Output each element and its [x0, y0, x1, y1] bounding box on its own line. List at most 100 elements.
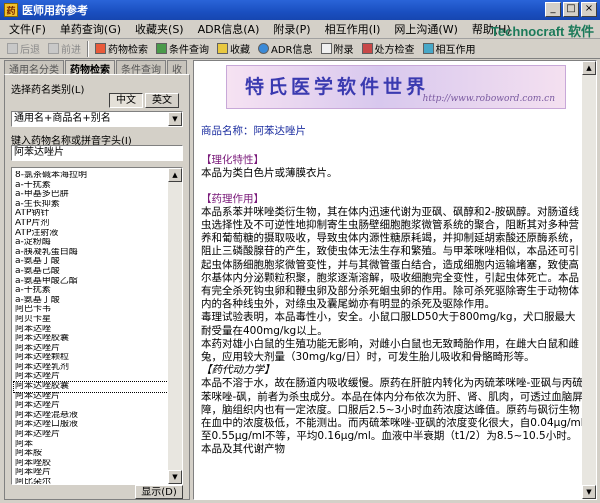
- window-controls: _ □ ×: [545, 2, 597, 17]
- list-item[interactable]: 阿苯达唑混悬液: [14, 411, 168, 421]
- content-scroll-down-icon[interactable]: ▼: [582, 485, 596, 499]
- interaction-button[interactable]: 相互作用: [419, 40, 480, 58]
- content-pane: 特氏医学软件世界 http://www.roboword.com.cn 商品名称…: [193, 60, 597, 500]
- section-body-physchem: 本品为类白色片或薄膜衣片。: [201, 167, 338, 180]
- menu-adr[interactable]: ADR信息(A): [191, 21, 267, 37]
- forward-button[interactable]: 前进: [44, 40, 85, 58]
- section-body-pharmacology: 本品系苯并咪唑类衍生物，其在体内迅速代谢为亚砜、砜醇和2-胺砜醇。对肠道线虫选择…: [201, 205, 579, 311]
- scroll-up-icon[interactable]: ▲: [168, 168, 182, 182]
- list-item[interactable]: 阿比朵尔: [14, 478, 168, 484]
- scroll-down-icon[interactable]: ▼: [168, 470, 182, 484]
- tab-drug-search[interactable]: 药物检索: [65, 60, 115, 76]
- list-item[interactable]: 阿苯: [14, 440, 168, 450]
- name-type-label: 选择药名类别(L): [11, 85, 85, 96]
- window-title: 医师用药参考: [22, 4, 88, 17]
- prescription-check-button[interactable]: 处方检查: [358, 40, 419, 58]
- adr-label: ADR信息: [271, 45, 313, 56]
- list-item[interactable]: 阿苯达唑胶囊: [14, 334, 168, 344]
- forward-arrow-icon: [48, 43, 59, 54]
- list-scrollbar[interactable]: ▲ ▼: [168, 168, 182, 484]
- list-item[interactable]: a-氨基甲酸乙酯: [14, 277, 168, 287]
- list-item[interactable]: 阿苯达唑片: [14, 372, 168, 382]
- list-item[interactable]: a-胰凝乳蛋白酶: [14, 248, 168, 258]
- list-item[interactable]: 阿贝卡星: [14, 315, 168, 325]
- list-item[interactable]: a-甲基多巴肼: [14, 190, 168, 200]
- banner-title: 特氏医学软件世界: [245, 76, 430, 98]
- name-category-select[interactable]: 通用名+商品名+别名 ▼: [11, 111, 183, 127]
- list-item[interactable]: a-氨基丁酸: [14, 296, 168, 306]
- list-item[interactable]: ATP片剂: [14, 219, 168, 229]
- back-button[interactable]: 后退: [3, 40, 44, 58]
- list-item[interactable]: 阿苯唑片: [14, 468, 168, 478]
- content-scrollbar[interactable]: ▲ ▼: [582, 61, 596, 499]
- chinese-button[interactable]: 中文: [109, 93, 143, 108]
- condition-query-label: 条件查询: [169, 45, 209, 56]
- list-item[interactable]: 阿苯唑胶: [14, 459, 168, 469]
- menu-single-drug[interactable]: 单药查询(G): [53, 21, 128, 37]
- title-bar: 药 医师用药参考 _ □ ×: [0, 0, 600, 20]
- section-title-pharmacokinetics: 【药代动力学】: [201, 364, 275, 377]
- condition-query-button[interactable]: 条件查询: [152, 40, 213, 58]
- banner-url: http://www.roboword.com.cn: [422, 94, 555, 104]
- drug-search-value: 阿苯达唑片: [14, 147, 64, 158]
- drug-document: 商品名称：阿苯达唑片 【理化特性】 本品为类白色片或薄膜衣片。 【药理作用】 本…: [201, 125, 585, 457]
- prescription-check-label: 处方检查: [374, 45, 415, 56]
- show-button[interactable]: 显示(D): [135, 485, 183, 499]
- list-item[interactable]: 阿苯达唑颗粒: [14, 353, 168, 363]
- prescription-check-icon: [361, 43, 373, 54]
- list-item[interactable]: 阿苯达唑片: [14, 344, 168, 354]
- tab-generic-category[interactable]: 通用名分类: [4, 60, 64, 76]
- list-item[interactable]: 阿苯胺: [14, 449, 168, 459]
- search-conditions-icon: [156, 43, 167, 54]
- list-item[interactable]: a-淀粉酶: [14, 238, 168, 248]
- content-scroll-up-icon[interactable]: ▲: [582, 61, 596, 75]
- tab-favorites[interactable]: 收: [167, 60, 187, 76]
- list-item[interactable]: 阿苯达唑胶囊: [13, 381, 169, 393]
- tab-condition-query[interactable]: 条件查询: [116, 60, 166, 76]
- left-tabs: 通用名分类 药物检索 条件查询 收: [4, 60, 188, 76]
- drug-name-line: 商品名称：阿苯达唑片: [201, 125, 306, 137]
- close-button[interactable]: ×: [581, 2, 597, 17]
- maximize-button[interactable]: □: [563, 2, 579, 17]
- favorites-button[interactable]: 收藏: [213, 40, 254, 58]
- list-item[interactable]: 阿苯达唑片: [14, 430, 168, 440]
- banner: 特氏医学软件世界 http://www.roboword.com.cn: [226, 65, 566, 109]
- menu-online[interactable]: 网上沟通(W): [387, 21, 464, 37]
- chevron-down-icon[interactable]: ▼: [168, 112, 182, 126]
- name-category-value: 通用名+商品名+别名: [14, 113, 111, 124]
- menu-appendix[interactable]: 附录(P): [266, 21, 317, 37]
- interaction-label: 相互作用: [435, 45, 476, 56]
- adr-button[interactable]: ADR信息: [254, 40, 317, 58]
- section-body-toxicology: 毒理试验表明，本品毒性小，安全。小鼠口服LD50大于800mg/kg，犬口服最大…: [201, 311, 576, 337]
- toolbar: 后退 前进 药物检索 条件查询 收藏 ADR信息 附录 处方检查 相互作用: [0, 39, 600, 59]
- list-item[interactable]: a-干扰素: [14, 181, 168, 191]
- list-item[interactable]: 阿苯达唑口服液: [14, 420, 168, 430]
- back-arrow-icon: [7, 43, 18, 54]
- list-item[interactable]: a-氨基丁酸: [14, 257, 168, 267]
- list-item[interactable]: 阿苯达唑片: [14, 401, 168, 411]
- list-item[interactable]: 阿苯达唑乳剂: [14, 363, 168, 373]
- list-item[interactable]: 阿苯达唑: [14, 325, 168, 335]
- menu-interactions[interactable]: 相互作用(I): [318, 21, 388, 37]
- list-item[interactable]: a-干扰素: [14, 286, 168, 296]
- drug-search-button[interactable]: 药物检索: [91, 40, 152, 58]
- list-item[interactable]: ATP注射液: [14, 229, 168, 239]
- list-item[interactable]: a-氨基己酸: [14, 267, 168, 277]
- english-button[interactable]: 英文: [145, 93, 179, 108]
- list-item[interactable]: 阿苯达唑片: [14, 392, 168, 402]
- list-item[interactable]: ATP钠针: [14, 209, 168, 219]
- minimize-button[interactable]: _: [545, 2, 561, 17]
- appendix-icon: [320, 43, 332, 54]
- list-item[interactable]: a-生长抑素: [14, 200, 168, 210]
- appendix-button[interactable]: 附录: [317, 40, 358, 58]
- section-body-reproduction: 本药对雄小白鼠的生殖功能无影响，对雌小白鼠也无致畸胎作用，在雌大白鼠和雌兔，应用…: [201, 337, 579, 364]
- back-label: 后退: [20, 45, 40, 56]
- drug-search-label: 药物检索: [108, 45, 148, 56]
- list-item[interactable]: 8-氯茶碱苯海拉明: [14, 171, 168, 181]
- menu-file[interactable]: 文件(F): [2, 21, 53, 37]
- menu-favorites[interactable]: 收藏夹(S): [128, 21, 191, 37]
- drug-listbox[interactable]: 8-氯茶碱苯海拉明 a-干扰素 a-甲基多巴肼 a-生长抑素 ATP钠针 ATP片剂 ATP…: [11, 167, 183, 485]
- forward-label: 前进: [61, 45, 81, 56]
- list-item[interactable]: 阿巴卡韦: [14, 305, 168, 315]
- drug-search-input[interactable]: 阿苯达唑片: [11, 145, 183, 161]
